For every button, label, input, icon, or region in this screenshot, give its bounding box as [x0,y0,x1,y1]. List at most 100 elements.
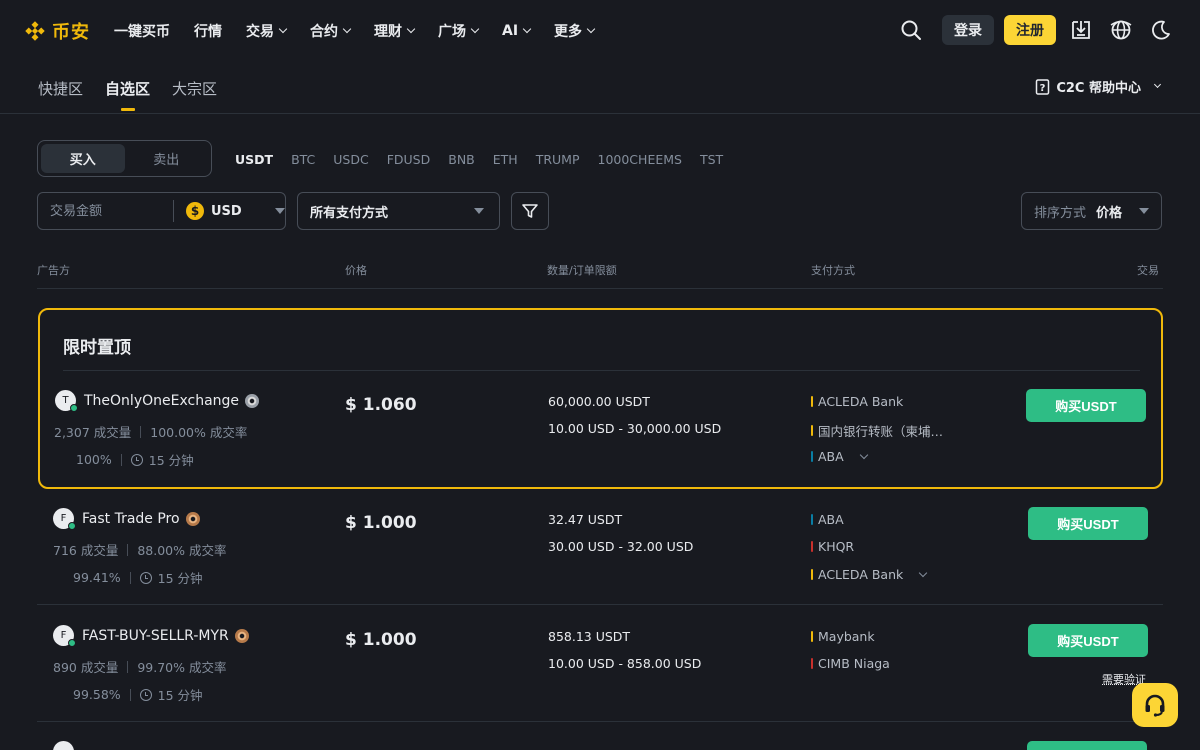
customer-support-button[interactable] [1132,683,1178,727]
buy-usdt-button[interactable]: 购买USDT [1026,389,1146,422]
coin-tab-tst[interactable]: TST [700,152,723,167]
subtab-2[interactable]: 大宗区 [172,78,217,107]
globe-icon [1110,20,1132,40]
ad-price: $ 1.060 [345,395,417,415]
merchant-name[interactable]: FAST-BUY-SELLR-MYR [82,628,249,644]
merchant-name[interactable]: Fast Trade Pro [82,511,200,527]
coin-tab-usdc[interactable]: USDC [333,152,368,167]
filter-button[interactable] [511,192,549,230]
chevron-down-icon[interactable] [859,450,868,459]
buy-button-partial[interactable] [1027,741,1147,750]
merchant-badge-icon [234,629,249,643]
separator [127,660,129,673]
pay-time: 15 分钟 [148,453,194,468]
coin-tabs: USDT BTC USDC FDUSD BNB ETH TRUMP 1000CHEEMS TST [235,152,723,167]
help-center-dropdown[interactable]: ? C2C 帮助中心 [1035,77,1162,96]
order-limit: 30.00 USD - 32.00 USD [548,539,694,554]
payment-method-name: CIMB Niaga [818,656,890,671]
avatar[interactable]: F [53,508,76,530]
nav-label: 行情 [194,24,222,40]
pay-time: 15 分钟 [157,571,203,586]
moon-icon [1152,20,1170,40]
coin-tab-bnb[interactable]: BNB [448,152,475,167]
svg-text:?: ? [1040,83,1046,94]
nav-item-5[interactable]: 广场 [438,21,480,41]
coin-tab-btc[interactable]: BTC [291,152,315,167]
merchant-name-text: TheOnlyOneExchange [84,393,240,409]
clock-icon [130,453,143,466]
coin-tab-eth[interactable]: ETH [493,152,518,167]
sort-value: 价格 [1096,205,1123,221]
subtab-0[interactable]: 快捷区 [38,78,83,107]
coin-tab-usdt[interactable]: USDT [235,152,273,167]
coin-tab-trump[interactable]: TRUMP [536,152,580,167]
header-trade: 交易 [1137,264,1159,277]
binance-logo[interactable]: 币安 [24,18,90,44]
amount-input[interactable] [38,203,173,219]
download-button[interactable] [1066,14,1096,46]
merchant-stats-2: 99.58% 15 分钟 [73,685,203,704]
language-button[interactable] [1106,14,1136,46]
nav-label: 更多 [554,24,583,40]
avatar-initial: T [62,395,69,406]
merchant-name-text: Fast Trade Pro [82,511,180,527]
help-center-label: C2C 帮助中心 [1056,81,1141,96]
merchant-name[interactable]: TheOnlyOneExchange [84,393,260,409]
currency-select[interactable]: $ USD [174,202,285,220]
nav-item-1[interactable]: 行情 [194,21,222,41]
chevron-down-icon [1153,80,1162,89]
payment-method-name: 国内银行转账（柬埔… [818,424,944,439]
payment-method-item: ABA [811,512,844,527]
payment-method-select[interactable]: 所有支付方式 [297,192,500,230]
nav-label: AI [502,23,519,39]
payment-method-name: ABA [818,449,844,464]
main-nav: 一键买币 行情 交易 合约 理财 广场 AI 更多 [114,21,596,41]
ad-row: F FAST-BUY-SELLR-MYR 890 成交量 99.70% 成交率 99.5… [0,615,1200,725]
search-button[interactable] [896,14,926,46]
coin-tab-1000cheems[interactable]: 1000CHEEMS [598,152,682,167]
payment-method-item: CIMB Niaga [811,656,890,671]
buy-usdt-button[interactable]: 购买USDT [1028,624,1148,657]
theme-toggle-button[interactable] [1146,14,1176,46]
positive-rate: 100% [76,452,112,467]
sort-select[interactable]: 排序方式 价格 [1021,192,1162,230]
nav-item-2[interactable]: 交易 [246,21,288,41]
nav-item-0[interactable]: 一键买币 [114,21,170,41]
avatar[interactable]: F [53,625,76,647]
currency-label: USD [211,203,242,219]
online-status-dot [68,639,76,647]
header-limit: 数量/订单限额 [547,264,617,277]
chevron-down-icon[interactable] [919,568,928,577]
merchant-badge-icon [185,512,200,526]
header-actions: 登录 注册 [896,14,1176,46]
available-amount: 32.47 USDT [548,512,623,527]
payment-color-bar [811,396,813,407]
online-status-dot [70,404,78,412]
coin-tab-fdusd[interactable]: FDUSD [387,152,431,167]
nav-item-7[interactable]: 更多 [554,21,596,41]
buy-usdt-button[interactable]: 购买USDT [1028,507,1148,540]
separator [140,425,142,438]
sell-tab[interactable]: 卖出 [125,144,209,173]
nav-item-4[interactable]: 理财 [374,21,416,41]
market-subtabs: 快捷区 自选区 大宗区 [38,78,217,107]
chevron-down-icon [470,24,480,34]
merchant-name-text: FAST-BUY-SELLR-MYR [82,628,229,644]
subtab-1[interactable]: 自选区 [105,78,150,107]
nav-item-3[interactable]: 合约 [310,21,352,41]
avatar[interactable]: T [55,390,78,412]
headset-icon [1145,694,1165,717]
download-icon [1072,21,1090,39]
payment-color-bar [811,425,813,436]
nav-item-6[interactable]: AI [502,23,532,39]
payment-method-item: Maybank [811,629,875,644]
merchant-stats: 2,307 成交量 100.00% 成交率 [54,422,247,441]
login-button[interactable]: 登录 [942,15,994,45]
ad-price: $ 1.000 [345,630,417,650]
buy-tab[interactable]: 买入 [41,144,125,173]
separator [120,453,122,466]
nav-label: 一键买币 [114,24,170,40]
caret-down-icon [1139,208,1149,214]
register-button[interactable]: 注册 [1004,15,1056,45]
divider [0,113,1200,114]
